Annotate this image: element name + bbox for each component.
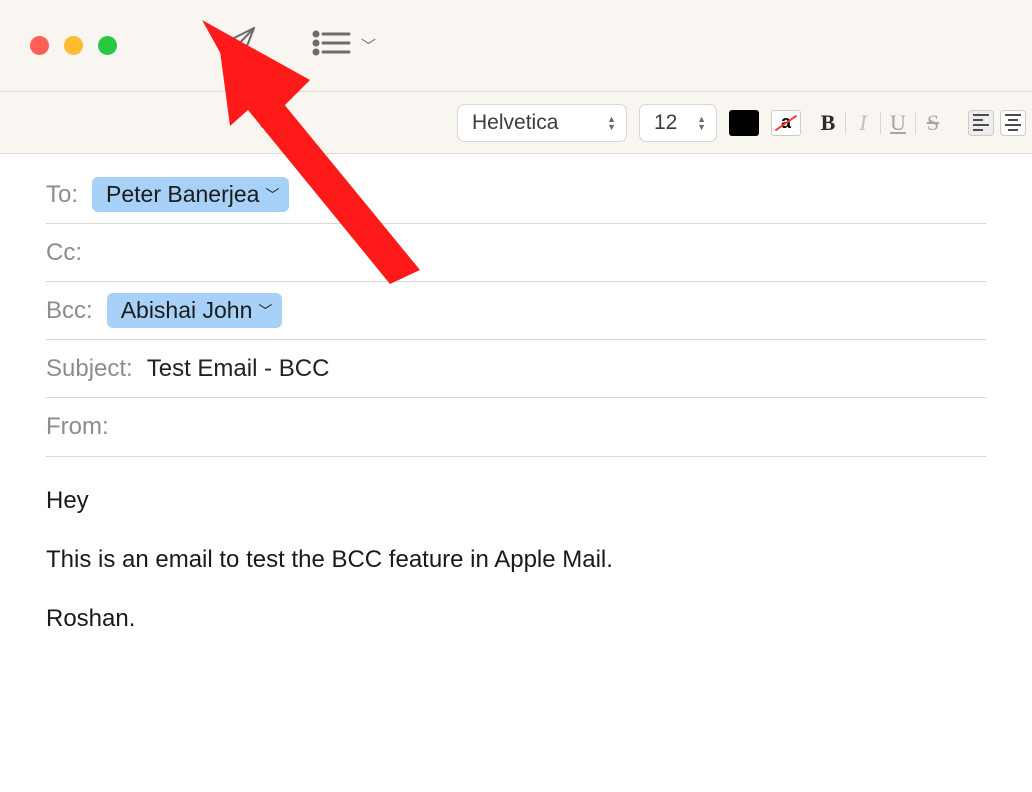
bcc-label: Bcc: <box>46 297 93 325</box>
chevron-down-icon: ﹀ <box>265 185 279 205</box>
bcc-recipient-pill[interactable]: Abishai John ﹀ <box>107 293 283 328</box>
to-recipient-pill[interactable]: Peter Banerjea ﹀ <box>92 177 289 212</box>
chevron-down-icon: ﹀ <box>361 35 376 56</box>
strikethrough-button[interactable]: S <box>918 110 948 136</box>
italic-button[interactable]: I <box>848 110 878 136</box>
from-row[interactable]: From: <box>46 398 986 456</box>
from-label: From: <box>46 413 109 441</box>
bcc-row[interactable]: Bcc: Abishai John ﹀ <box>46 282 986 340</box>
align-left-icon <box>973 114 989 131</box>
stepper-icon: ▲▼ <box>607 115 616 131</box>
text-align-group <box>968 110 1026 136</box>
body-line: Hey <box>46 485 986 516</box>
traffic-lights <box>30 36 117 55</box>
font-family-value: Helvetica <box>472 111 558 135</box>
font-size-value: 12 <box>654 111 677 135</box>
stepper-icon: ▲▼ <box>697 115 706 131</box>
subject-row[interactable]: Subject: Test Email - BCC <box>46 340 986 398</box>
message-header: To: Peter Banerjea ﹀ Cc: Bcc: Abishai Jo… <box>0 154 1032 457</box>
body-line: This is an email to test the BCC feature… <box>46 544 986 575</box>
cc-row[interactable]: Cc: <box>46 224 986 282</box>
bold-button[interactable]: B <box>813 110 843 136</box>
to-row[interactable]: To: Peter Banerjea ﹀ <box>46 166 986 224</box>
text-color-swatch[interactable] <box>729 110 759 136</box>
subject-label: Subject: <box>46 355 133 383</box>
text-highlight-swatch[interactable]: a <box>771 110 801 136</box>
minimize-window-button[interactable] <box>64 36 83 55</box>
list-icon <box>311 28 353 63</box>
body-line: Roshan. <box>46 603 986 634</box>
divider <box>845 112 846 134</box>
recipient-name: Abishai John <box>121 297 253 324</box>
header-options-button[interactable]: ﹀ <box>311 28 376 63</box>
font-family-select[interactable]: Helvetica ▲▼ <box>457 104 627 142</box>
maximize-window-button[interactable] <box>98 36 117 55</box>
underline-button[interactable]: U <box>883 110 913 136</box>
divider <box>915 112 916 134</box>
format-toolbar: Helvetica ▲▼ 12 ▲▼ a B I U S <box>0 92 1032 154</box>
send-button[interactable] <box>219 26 259 66</box>
align-center-icon <box>1005 114 1021 131</box>
chevron-down-icon: ﹀ <box>258 301 272 321</box>
divider <box>880 112 881 134</box>
to-label: To: <box>46 181 78 209</box>
cc-label: Cc: <box>46 239 82 267</box>
close-window-button[interactable] <box>30 36 49 55</box>
align-left-button[interactable] <box>968 110 994 136</box>
message-body[interactable]: Hey This is an email to test the BCC fea… <box>0 457 1032 691</box>
subject-value: Test Email - BCC <box>147 355 330 383</box>
recipient-name: Peter Banerjea <box>106 181 259 208</box>
align-center-button[interactable] <box>1000 110 1026 136</box>
font-size-select[interactable]: 12 ▲▼ <box>639 104 717 142</box>
paper-plane-icon <box>219 23 259 68</box>
window-titlebar: ﹀ <box>0 0 1032 92</box>
text-style-group: B I U S <box>813 110 948 136</box>
